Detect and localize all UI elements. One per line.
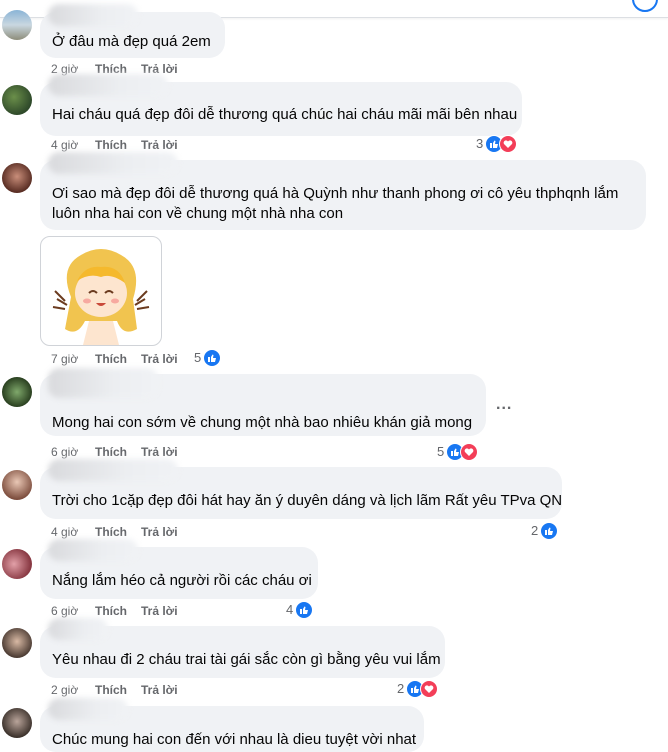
reaction-count: 5 [437, 444, 445, 459]
comment-text: Nắng lắm héo cả người rồi các cháu ơi [52, 572, 312, 589]
commenter-name-blurred[interactable] [48, 539, 138, 561]
comment-time[interactable]: 4 giờ [51, 524, 78, 540]
sticker-image[interactable] [40, 236, 162, 346]
love-icon [499, 135, 518, 153]
comment-time[interactable]: 6 giờ [51, 444, 78, 460]
like-button[interactable]: Thích [95, 603, 127, 619]
comment-bubble: Yêu nhau đi 2 cháu trai tài gái sắc còn … [40, 618, 445, 678]
comment-text: Hai cháu quá đẹp đôi dễ thương quá chúc … [52, 106, 518, 123]
like-button[interactable]: Thích [95, 351, 127, 367]
comment-text: Mong hai con sớm về chung một nhà bao nh… [52, 414, 473, 431]
avatar[interactable] [2, 549, 32, 579]
commenter-name-blurred[interactable] [48, 459, 178, 481]
comment-time[interactable]: 7 giờ [51, 351, 78, 367]
more-options-button[interactable]: ... [496, 396, 512, 414]
comment-text: Trời cho 1cặp đẹp đôi hát hay ăn ý duyên… [52, 492, 563, 509]
comment-bubble: Chúc mung hai con đến với nhau là dieu t… [40, 698, 424, 752]
comment-bubble: Ở đâu mà đẹp quá 2em [40, 4, 225, 58]
comment-time[interactable]: 6 giờ [51, 603, 78, 619]
avatar[interactable] [2, 628, 32, 658]
reaction-count: 5 [194, 350, 202, 365]
like-icon [203, 349, 222, 367]
commenter-name-blurred[interactable] [48, 74, 168, 96]
reaction-summary[interactable]: 3 [476, 135, 518, 153]
commenter-name-blurred[interactable] [48, 698, 128, 720]
avatar[interactable] [2, 85, 32, 115]
comment-text: Ở đâu mà đẹp quá 2em [52, 33, 211, 50]
reaction-summary[interactable]: 5 [194, 349, 222, 367]
comment-text: Yêu nhau đi 2 cháu trai tài gái sắc còn … [52, 651, 441, 668]
comment-text: Chúc mung hai con đến với nhau là dieu t… [52, 731, 417, 748]
avatar[interactable] [2, 377, 32, 407]
like-icon [295, 601, 314, 619]
reaction-count: 3 [476, 136, 484, 151]
reply-button[interactable]: Trả lời [141, 351, 178, 367]
reaction-count: 2 [531, 523, 539, 538]
reaction-count: 4 [286, 602, 294, 617]
reply-button[interactable]: Trả lời [141, 682, 178, 698]
comment-bubble: Mong hai con sớm về chung một nhà bao nh… [40, 368, 486, 436]
like-button[interactable]: Thích [95, 444, 127, 460]
comment-text-line-1: Ơi sao mà đẹp đôi dễ thương quá hà Quỳnh… [52, 185, 619, 202]
reaction-count: 2 [397, 681, 405, 696]
comment-time[interactable]: 4 giờ [51, 137, 78, 153]
love-icon [460, 443, 479, 461]
love-icon [420, 680, 439, 698]
avatar[interactable] [2, 163, 32, 193]
like-button[interactable]: Thích [95, 137, 127, 153]
reaction-summary[interactable]: 5 [437, 443, 479, 461]
comment-text-line-2: luôn nha hai con về chung một nhà nha co… [52, 205, 344, 222]
commenter-name-blurred[interactable] [48, 4, 138, 26]
reaction-summary[interactable]: 4 [286, 601, 314, 619]
comment-bubble: Hai cháu quá đẹp đôi dễ thương quá chúc … [40, 74, 522, 136]
reaction-summary[interactable]: 2 [531, 522, 559, 540]
avatar[interactable] [2, 708, 32, 738]
reply-button[interactable]: Trả lời [141, 137, 178, 153]
reply-button[interactable]: Trả lời [141, 603, 178, 619]
comment-bubble: Trời cho 1cặp đẹp đôi hát hay ăn ý duyên… [40, 459, 563, 519]
avatar[interactable] [2, 470, 32, 500]
commenter-name-blurred[interactable] [48, 618, 108, 640]
commenter-name-blurred[interactable] [48, 152, 178, 174]
comment-bubble: Nắng lắm héo cả người rồi các cháu ơi [40, 539, 318, 599]
like-button[interactable]: Thích [95, 682, 127, 698]
commenter-name-blurred[interactable] [48, 368, 158, 398]
like-button[interactable]: Thích [95, 524, 127, 540]
comment-time[interactable]: 2 giờ [51, 682, 78, 698]
like-icon [540, 522, 559, 540]
reply-button[interactable]: Trả lời [141, 444, 178, 460]
comment-bubble: Ơi sao mà đẹp đôi dễ thương quá hà Quỳnh… [40, 152, 646, 230]
reaction-summary[interactable]: 2 [397, 680, 439, 698]
avatar[interactable] [2, 10, 32, 40]
reply-button[interactable]: Trả lời [141, 524, 178, 540]
